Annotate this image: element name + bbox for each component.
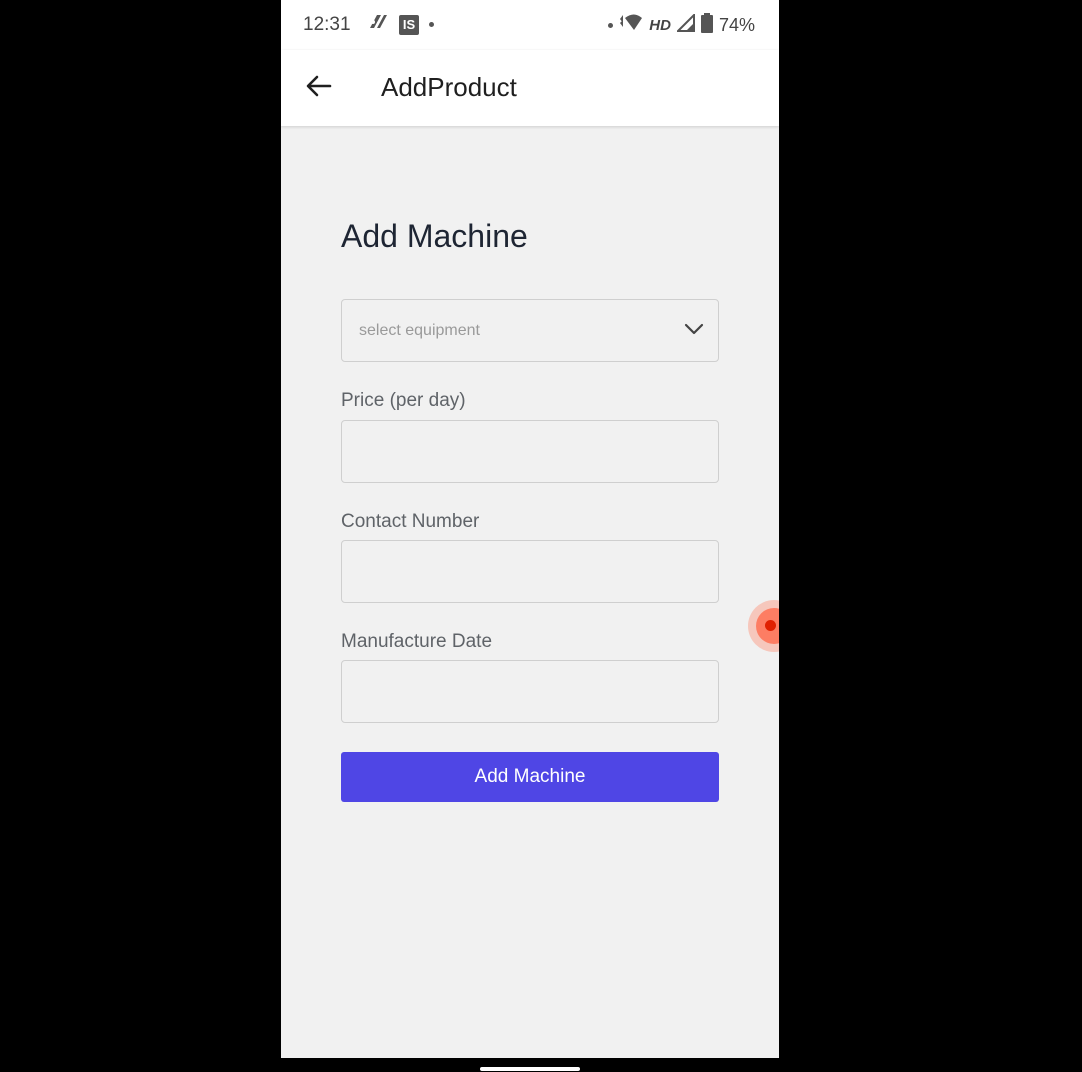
price-input[interactable] <box>341 420 719 483</box>
touch-indicator-core <box>765 620 776 631</box>
status-system-icons: HD 74% <box>608 12 755 38</box>
signal-icon <box>675 12 695 37</box>
is-app-icon: IS <box>399 14 419 35</box>
contact-number-input[interactable] <box>341 540 719 603</box>
phone-screen: 12:31 IS HD 74% AddProduct Add Machine s… <box>281 0 779 1058</box>
dot-icon <box>429 22 434 27</box>
price-label: Price (per day) <box>341 390 466 411</box>
arrow-left-icon <box>306 75 332 102</box>
form-title: Add Machine <box>341 218 528 254</box>
back-button[interactable] <box>301 70 337 106</box>
manufacture-date-input[interactable] <box>341 660 719 723</box>
page-title: AddProduct <box>381 72 517 102</box>
dot-icon <box>608 23 614 28</box>
contact-number-label: Contact Number <box>341 511 480 532</box>
network-label: HD <box>649 17 671 34</box>
status-time: 12:31 <box>303 14 351 35</box>
home-indicator[interactable] <box>480 1067 580 1071</box>
wifi-icon <box>619 14 643 37</box>
status-bar: 12:31 IS HD 74% <box>281 0 779 50</box>
status-notification-icons: IS <box>367 13 434 36</box>
manufacture-date-label: Manufacture Date <box>341 631 493 652</box>
battery-icon <box>700 13 713 38</box>
equipment-select-placeholder: select equipment <box>359 322 480 339</box>
add-machine-button[interactable]: Add Machine <box>341 752 719 802</box>
battery-percent: 74% <box>718 15 755 35</box>
chevron-down-icon <box>684 322 704 341</box>
touch-indicator <box>748 600 779 652</box>
app-notification-icon <box>367 13 389 36</box>
equipment-select[interactable]: select equipment <box>341 299 719 362</box>
app-bar: AddProduct <box>281 50 779 126</box>
